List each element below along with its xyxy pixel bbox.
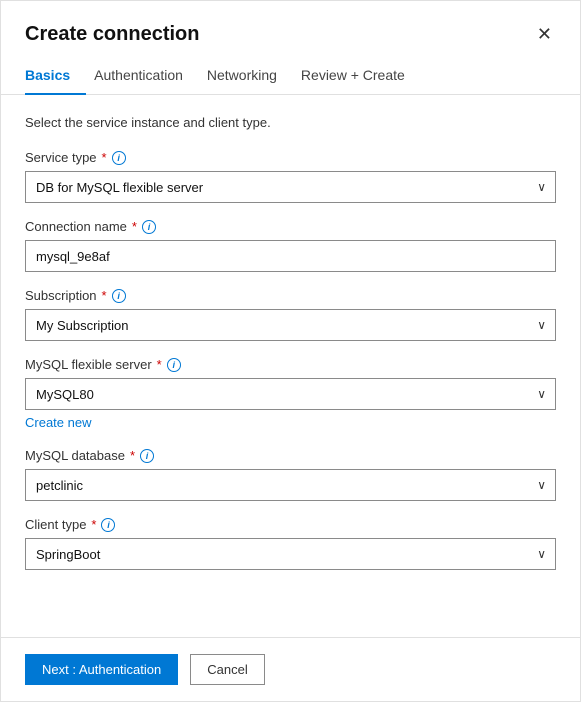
subscription-required: * — [102, 288, 107, 303]
mysql-database-label: MySQL database * i — [25, 448, 556, 463]
connection-name-required: * — [132, 219, 137, 234]
tabs-container: Basics Authentication Networking Review … — [1, 57, 580, 95]
mysql-flexible-server-select-wrapper: MySQL80 ∨ — [25, 378, 556, 410]
client-type-required: * — [91, 517, 96, 532]
service-type-info-icon[interactable]: i — [112, 151, 126, 165]
connection-name-info-icon[interactable]: i — [142, 220, 156, 234]
subscription-info-icon[interactable]: i — [112, 289, 126, 303]
service-type-required: * — [102, 150, 107, 165]
service-type-group: Service type * i DB for MySQL flexible s… — [25, 150, 556, 203]
subscription-label: Subscription * i — [25, 288, 556, 303]
client-type-select[interactable]: SpringBoot — [25, 538, 556, 570]
subscription-group: Subscription * i My Subscription ∨ — [25, 288, 556, 341]
tab-review-create[interactable]: Review + Create — [301, 57, 421, 95]
tab-authentication[interactable]: Authentication — [94, 57, 199, 95]
dialog-title: Create connection — [25, 23, 199, 46]
mysql-flexible-server-info-icon[interactable]: i — [167, 358, 181, 372]
close-icon[interactable]: ✕ — [533, 21, 556, 47]
mysql-database-select-wrapper: petclinic ∨ — [25, 469, 556, 501]
mysql-flexible-server-label: MySQL flexible server * i — [25, 357, 556, 372]
mysql-database-info-icon[interactable]: i — [140, 449, 154, 463]
section-description: Select the service instance and client t… — [25, 115, 556, 130]
mysql-flexible-server-select[interactable]: MySQL80 — [25, 378, 556, 410]
connection-name-group: Connection name * i — [25, 219, 556, 272]
cancel-button[interactable]: Cancel — [190, 654, 264, 685]
client-type-select-wrapper: SpringBoot ∨ — [25, 538, 556, 570]
mysql-database-group: MySQL database * i petclinic ∨ — [25, 448, 556, 501]
tab-basics[interactable]: Basics — [25, 57, 86, 95]
mysql-database-required: * — [130, 448, 135, 463]
tab-networking[interactable]: Networking — [207, 57, 293, 95]
client-type-label: Client type * i — [25, 517, 556, 532]
subscription-select-wrapper: My Subscription ∨ — [25, 309, 556, 341]
next-authentication-button[interactable]: Next : Authentication — [25, 654, 178, 685]
dialog-header: Create connection ✕ — [1, 1, 580, 57]
connection-name-input[interactable] — [25, 240, 556, 272]
mysql-flexible-server-required: * — [157, 357, 162, 372]
client-type-info-icon[interactable]: i — [101, 518, 115, 532]
mysql-flexible-server-group: MySQL flexible server * i MySQL80 ∨ Crea… — [25, 357, 556, 432]
service-type-label: Service type * i — [25, 150, 556, 165]
create-connection-dialog: Create connection ✕ Basics Authenticatio… — [0, 0, 581, 702]
service-type-select-wrapper: DB for MySQL flexible server ∨ — [25, 171, 556, 203]
mysql-database-select[interactable]: petclinic — [25, 469, 556, 501]
connection-name-label: Connection name * i — [25, 219, 556, 234]
client-type-group: Client type * i SpringBoot ∨ — [25, 517, 556, 570]
dialog-footer: Next : Authentication Cancel — [1, 637, 580, 701]
service-type-select[interactable]: DB for MySQL flexible server — [25, 171, 556, 203]
subscription-select[interactable]: My Subscription — [25, 309, 556, 341]
dialog-body: Select the service instance and client t… — [1, 95, 580, 637]
create-new-link[interactable]: Create new — [25, 415, 91, 430]
